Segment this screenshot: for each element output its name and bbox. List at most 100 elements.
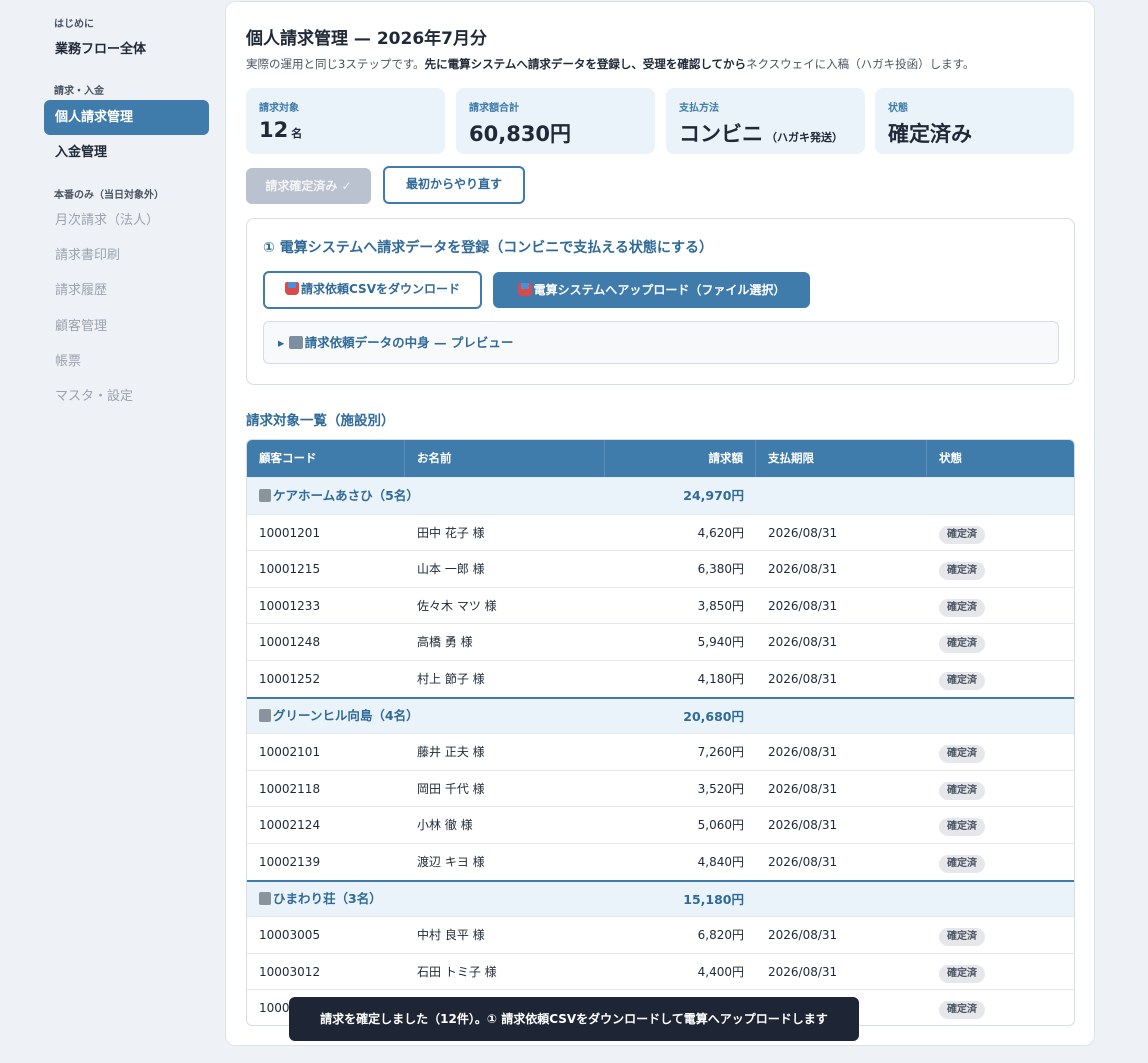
cell-due: 2026/08/31 bbox=[768, 745, 838, 760]
group-name: ひまわり荘（3名） bbox=[247, 882, 605, 917]
cell-due: 2026/08/31 bbox=[768, 671, 838, 686]
billing-table: 顧客コード お名前 請求額 支払期限 状態 ケアホームあさひ（5名） 24,970… bbox=[246, 439, 1075, 1026]
preview-toggle[interactable]: ▸ 請求依頼データの中身 — プレビュー bbox=[263, 321, 1059, 364]
cell-status: 確定済 bbox=[927, 844, 1074, 880]
cell-name: 佐々木 マツ 様 bbox=[417, 598, 497, 613]
cell-status: 確定済 bbox=[927, 734, 1074, 770]
list-title: 請求対象一覧（施設別） bbox=[246, 413, 395, 429]
cell-due: 2026/08/31 bbox=[768, 598, 838, 613]
inbox-tray-icon bbox=[285, 282, 300, 295]
col-name: お名前 bbox=[405, 440, 605, 477]
status-badge: 確定済 bbox=[939, 562, 985, 581]
reset-button[interactable]: 最初からやり直す bbox=[383, 166, 525, 204]
cell-amount: 4,620円 bbox=[697, 525, 744, 540]
table-row[interactable]: 10003005 中村 良平 様 6,820円 2026/08/31 確定済 bbox=[247, 916, 1074, 953]
cell-code: 10001252 bbox=[259, 671, 321, 686]
cell-due: 2026/08/31 bbox=[768, 818, 838, 833]
cell-due: 2026/08/31 bbox=[768, 854, 838, 869]
table-row[interactable]: 10001233 佐々木 マツ 様 3,850円 2026/08/31 確定済 bbox=[247, 586, 1074, 624]
status-badge: 確定済 bbox=[939, 1001, 985, 1020]
cell-due: 2026/08/31 bbox=[768, 964, 838, 979]
building-icon bbox=[259, 709, 271, 723]
inbox-tray-icon bbox=[517, 283, 532, 296]
cell-amount: 6,820円 bbox=[697, 928, 744, 943]
stat-label: 請求額合計 bbox=[469, 103, 519, 114]
page-description: 実際の運用と同じ3ステップです。先に電算システムへ請求データを登録し、受理を確認… bbox=[246, 56, 975, 72]
page-title: 個人請求管理 — 2026年7月分 bbox=[246, 29, 487, 49]
cell-due: 2026/08/31 bbox=[768, 562, 838, 577]
sidebar-group-intro: はじめに bbox=[54, 19, 94, 30]
stat-target-count: 請求対象 12 名 bbox=[246, 88, 445, 154]
cell-due: 2026/08/31 bbox=[768, 525, 838, 540]
table-row[interactable]: 10001252 村上 節子 様 4,180円 2026/08/31 確定済 bbox=[247, 659, 1074, 697]
building-icon bbox=[259, 892, 271, 906]
cell-name: 中村 良平 様 bbox=[417, 928, 485, 943]
cell-amount: 4,180円 bbox=[697, 671, 744, 686]
cell-status: 確定済 bbox=[927, 588, 1074, 624]
stat-total-amount: 請求額合計 60,830円 bbox=[456, 88, 655, 154]
sidebar-item-customers: 顧客管理 bbox=[55, 319, 108, 334]
cell-status: 確定済 bbox=[927, 515, 1074, 551]
download-csv-button[interactable]: 請求依頼CSVをダウンロード bbox=[263, 271, 482, 309]
confirmed-button[interactable]: 請求確定済み ✓ bbox=[246, 168, 371, 204]
cell-code: 10003012 bbox=[259, 964, 321, 979]
desc-bold: 先に電算システムへ請求データを登録し、受理を確認してから bbox=[424, 57, 746, 71]
group-total: 15,180円 bbox=[683, 891, 744, 907]
stat-payment-method: 支払方法 コンビニ （ハガキ発送） bbox=[666, 88, 865, 154]
status-badge: 確定済 bbox=[939, 635, 985, 654]
preview-label: 請求依頼データの中身 — プレビュー bbox=[304, 335, 514, 350]
cell-status: 確定済 bbox=[927, 807, 1074, 843]
cell-amount: 4,840円 bbox=[697, 854, 744, 869]
col-due: 支払期限 bbox=[756, 440, 927, 477]
upload-button[interactable]: 電算システムへアップロード（ファイル選択） bbox=[493, 272, 810, 308]
table-group-row: ひまわり荘（3名） 15,180円 bbox=[247, 879, 1074, 917]
sidebar-group-production: 本番のみ（当日対象外） bbox=[54, 190, 164, 201]
upload-label: 電算システムへアップロード（ファイル選択） bbox=[533, 283, 786, 297]
group-name-text: ひまわり荘（3名） bbox=[273, 890, 382, 906]
table-row[interactable]: 10002124 小林 徹 様 5,060円 2026/08/31 確定済 bbox=[247, 806, 1074, 843]
cell-status: 確定済 bbox=[927, 917, 1074, 953]
stat-unit: 名 bbox=[291, 127, 303, 140]
download-csv-label: 請求依頼CSVをダウンロード bbox=[301, 282, 460, 296]
col-code: 顧客コード bbox=[247, 440, 405, 477]
sidebar-item-personal-billing[interactable]: 個人請求管理 bbox=[44, 100, 209, 135]
cell-amount: 5,940円 bbox=[697, 635, 744, 650]
cell-name: 渡辺 キヨ 様 bbox=[417, 854, 485, 869]
cell-status: 確定済 bbox=[927, 551, 1074, 587]
sidebar-item-payment[interactable]: 入金管理 bbox=[44, 135, 210, 170]
main-panel: 個人請求管理 — 2026年7月分 実際の運用と同じ3ステップです。先に電算シス… bbox=[225, 1, 1095, 1046]
status-badge: 確定済 bbox=[939, 598, 985, 617]
table-row[interactable]: 10001201 田中 花子 様 4,620円 2026/08/31 確定済 bbox=[247, 513, 1074, 551]
table-row[interactable]: 10001248 高橋 勇 様 5,940円 2026/08/31 確定済 bbox=[247, 623, 1074, 660]
status-badge: 確定済 bbox=[939, 818, 985, 837]
group-name-text: グリーンヒル向島（4名） bbox=[273, 707, 419, 723]
status-badge: 確定済 bbox=[939, 745, 985, 764]
desc-suffix: ネクスウェイに入稿（ハガキ投函）します。 bbox=[745, 57, 975, 71]
cell-code: 10001215 bbox=[259, 562, 321, 577]
cell-amount: 6,380円 bbox=[697, 562, 744, 577]
table-row[interactable]: 10003012 石田 トミ子 様 4,400円 2026/08/31 確定済 bbox=[247, 952, 1074, 990]
step1-title: ① 電算システムへ請求データを登録（コンビニで支払える状態にする） bbox=[263, 240, 714, 256]
building-icon bbox=[259, 489, 271, 503]
stat-status: 状態 確定済み bbox=[875, 88, 1074, 154]
cell-name: 石田 トミ子 様 bbox=[417, 964, 497, 979]
toast-notification: 請求を確定しました（12件）。① 請求依頼CSVをダウンロードして電算へアップロ… bbox=[289, 997, 859, 1041]
cell-name: 山本 一郎 様 bbox=[417, 562, 485, 577]
step1-panel: ① 電算システムへ請求データを登録（コンビニで支払える状態にする） 請求依頼CS… bbox=[246, 218, 1075, 385]
sidebar-item-history: 請求履歴 bbox=[55, 283, 108, 298]
printer-icon bbox=[288, 336, 303, 349]
table-row[interactable]: 10001215 山本 一郎 様 6,380円 2026/08/31 確定済 bbox=[247, 550, 1074, 587]
group-name: グリーンヒル向島（4名） bbox=[247, 699, 605, 734]
table-row[interactable]: 10002118 岡田 千代 様 3,520円 2026/08/31 確定済 bbox=[247, 769, 1074, 807]
sidebar-item-workflow[interactable]: 業務フロー全体 bbox=[44, 32, 210, 67]
table-row[interactable]: 10002139 渡辺 キヨ 様 4,840円 2026/08/31 確定済 bbox=[247, 842, 1074, 880]
stat-unit: （ハガキ発送） bbox=[766, 131, 843, 144]
sidebar-item-monthly-corporate: 月次請求（法人） bbox=[55, 213, 160, 228]
status-badge: 確定済 bbox=[939, 964, 985, 983]
table-row[interactable]: 10002101 藤井 正夫 様 7,260円 2026/08/31 確定済 bbox=[247, 733, 1074, 770]
status-badge: 確定済 bbox=[939, 854, 985, 873]
table-group-row: グリーンヒル向島（4名） 20,680円 bbox=[247, 696, 1074, 734]
group-total: 24,970円 bbox=[683, 488, 744, 503]
group-name: ケアホームあさひ（5名） bbox=[247, 478, 605, 514]
sidebar-item-invoice-print: 請求書印刷 bbox=[55, 248, 121, 263]
